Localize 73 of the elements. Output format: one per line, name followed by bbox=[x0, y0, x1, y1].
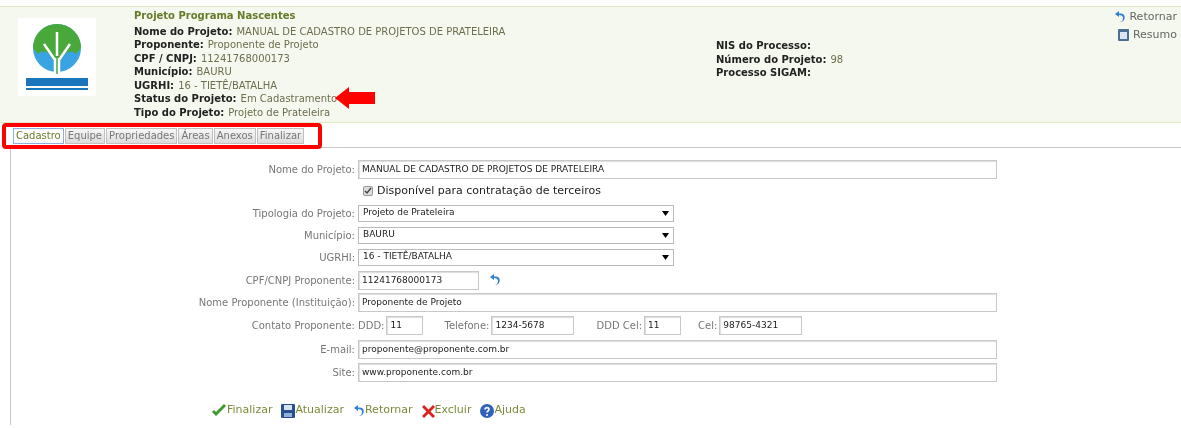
field-label: CPF/CNPJ Proponente: bbox=[245, 274, 355, 286]
field-label: Processo SIGAM: bbox=[716, 66, 811, 80]
field-value: MANUAL DE CADASTRO DE PROJETOS DE PRATELEIRA bbox=[236, 24, 506, 38]
dropdown-value: 16 - TIETÊ/BATALHA bbox=[363, 250, 452, 264]
field-label: Status do Projeto: bbox=[134, 92, 237, 106]
header-link[interactable]: Retornar bbox=[1114, 9, 1177, 26]
field-value: BAURU bbox=[196, 65, 232, 79]
document-icon bbox=[1116, 27, 1130, 42]
tab[interactable]: Equipe bbox=[64, 128, 106, 144]
checkbox-label: Disponível para contratação de terceiros bbox=[377, 183, 601, 199]
field-label: Número do Projeto: bbox=[716, 52, 827, 66]
field-label: Telefone: bbox=[444, 318, 490, 333]
field-label: Nome do Projeto: bbox=[134, 24, 233, 38]
input-field[interactable]: 98765-4321 bbox=[719, 315, 803, 335]
field-label: CPF / CNPJ: bbox=[134, 51, 197, 65]
input-field[interactable]: Proponente de Projeto bbox=[358, 292, 997, 312]
checkbox[interactable] bbox=[363, 186, 373, 197]
dropdown[interactable]: Projeto de Prateleira bbox=[358, 204, 674, 222]
field-label: Município: bbox=[304, 229, 355, 241]
caret-icon bbox=[662, 232, 669, 238]
help-icon bbox=[480, 404, 495, 418]
tab[interactable]: Áreas bbox=[178, 128, 213, 144]
input-field[interactable]: 11 bbox=[386, 315, 424, 335]
field-label: Contato Proponente: bbox=[251, 319, 355, 331]
back-arrow-icon bbox=[1114, 10, 1127, 25]
field-label: Tipo do Projeto: bbox=[134, 105, 225, 119]
action-link[interactable]: Retornar bbox=[352, 401, 413, 418]
checkmark-icon bbox=[211, 404, 227, 418]
input-field[interactable]: 11241768000173 bbox=[358, 270, 479, 290]
field-value: 16 - TIETÊ/BATALHA bbox=[178, 78, 278, 92]
header-link[interactable]: Resumo bbox=[1116, 26, 1177, 43]
field-label: DDD: bbox=[358, 318, 385, 333]
field-label: Cel: bbox=[698, 318, 718, 333]
field-value: 98 bbox=[830, 52, 844, 66]
field-label: Nome Proponente (Instituição): bbox=[198, 296, 355, 308]
field-label: UGRHI: bbox=[319, 251, 355, 263]
field-label: Tipologia do Projeto: bbox=[252, 207, 355, 219]
field-label: E-mail: bbox=[320, 343, 355, 355]
field-value: Projeto de Prateleira bbox=[228, 105, 331, 119]
input-field[interactable]: 1234-5678 bbox=[491, 315, 575, 335]
field-label: Nome do Projeto: bbox=[268, 164, 355, 175]
input-field[interactable]: www.proponente.com.br bbox=[358, 362, 997, 382]
dropdown[interactable]: 16 - TIETÊ/BATALHA bbox=[358, 248, 674, 266]
tab[interactable]: Propriedades bbox=[106, 128, 178, 144]
arrow-icon bbox=[335, 87, 376, 109]
back-arrow-icon bbox=[352, 404, 365, 418]
field-label: Site: bbox=[332, 366, 355, 378]
action-link[interactable]: Ajuda bbox=[480, 401, 526, 418]
field-value: Em Cadastramento bbox=[240, 92, 338, 106]
input-field[interactable]: proponente@proponente.com.br bbox=[358, 339, 997, 359]
action-link[interactable]: Excluir bbox=[421, 401, 472, 418]
field-label: Município: bbox=[134, 65, 193, 79]
dropdown[interactable]: BAURU bbox=[358, 226, 674, 244]
x-icon bbox=[421, 405, 435, 418]
input-field[interactable]: MANUAL DE CADASTRO DE PROJETOS DE PRATELEIRA bbox=[358, 160, 997, 179]
field-label: Proponente: bbox=[134, 38, 204, 52]
program-title: Projeto Programa Nascentes bbox=[134, 9, 297, 23]
caret-icon bbox=[662, 254, 669, 260]
input-field[interactable]: 11 bbox=[644, 315, 682, 335]
caret-icon bbox=[662, 210, 669, 216]
field-value: Proponente de Projeto bbox=[207, 38, 319, 52]
tab[interactable]: Finalizar bbox=[256, 128, 305, 144]
dropdown-value: BAURU bbox=[363, 228, 395, 242]
field-label: DDD Cel: bbox=[596, 318, 643, 333]
action-link[interactable]: Finalizar bbox=[211, 401, 273, 418]
action-link[interactable]: Atualizar bbox=[281, 401, 344, 418]
field-label: NIS do Processo: bbox=[716, 39, 811, 53]
field-value: 11241768000173 bbox=[200, 51, 290, 65]
dropdown-value: Projeto de Prateleira bbox=[363, 206, 455, 220]
tab[interactable]: Anexos bbox=[213, 128, 256, 144]
field-label: UGRHI: bbox=[134, 78, 175, 92]
tab[interactable]: Cadastro bbox=[13, 128, 64, 144]
refresh-arrow-icon[interactable] bbox=[489, 273, 501, 287]
